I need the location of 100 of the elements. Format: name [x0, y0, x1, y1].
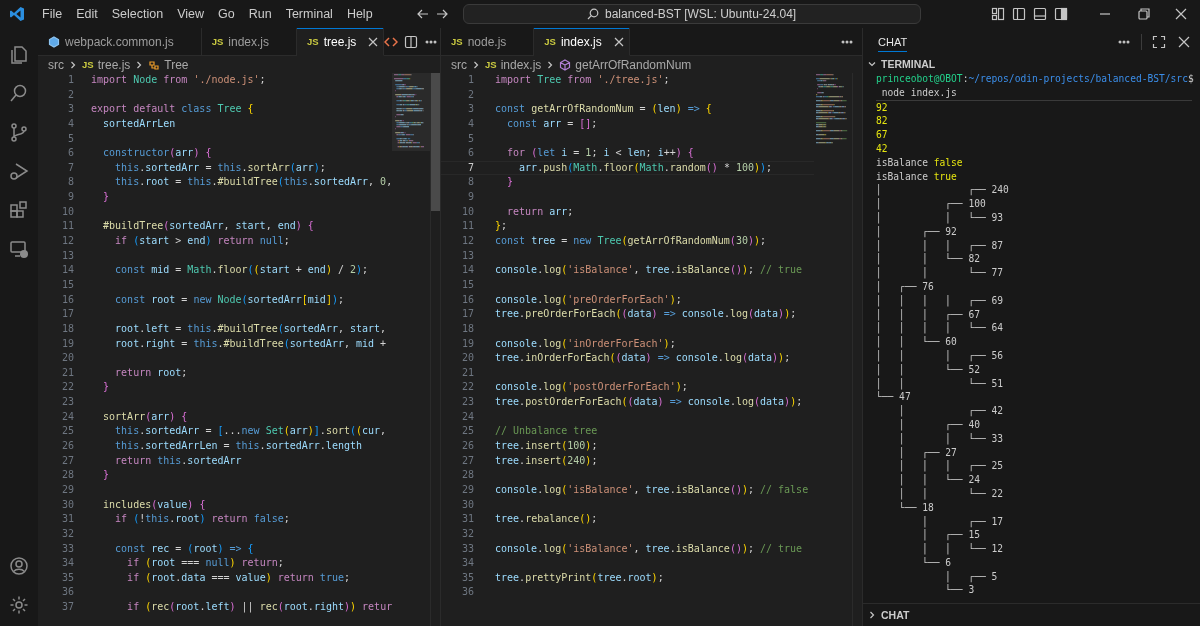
line-number: 14 [460, 263, 474, 278]
line-number: 13 [60, 248, 74, 263]
line-number: 4 [66, 116, 74, 131]
terminal-line: │ ┌── 15 [921, 529, 980, 541]
terminal-line: └── 6 [921, 556, 952, 568]
terminal-line: isBalance false [876, 156, 963, 168]
line-number: 32 [460, 526, 474, 541]
terminal-line: │ │ │ ┌── 25 [898, 460, 1004, 472]
code-minimap[interactable] [392, 73, 430, 151]
remote-monitor-icon[interactable] [9, 239, 29, 259]
back-arrow-icon[interactable] [415, 7, 430, 21]
breadcrumb-item[interactable]: Tree [148, 57, 189, 72]
split-editor-icon[interactable] [404, 34, 419, 49]
close-icon[interactable] [368, 36, 379, 47]
terminal-line: │ ┌── 42 [898, 405, 1004, 417]
scrollbar-thumb[interactable] [431, 73, 440, 211]
breadcrumb-item[interactable]: src [451, 57, 467, 72]
file-type-label: JS [211, 36, 224, 47]
code-line: tree.postOrderForEach((data) => console.log(data)); [495, 395, 803, 410]
menu-item[interactable]: File [35, 4, 70, 24]
code-line: // Unbalance tree [495, 424, 598, 439]
code-line: const arr = []; [506, 116, 598, 131]
editor-tab[interactable]: JS index.js [534, 28, 630, 56]
run-debug-icon[interactable] [9, 161, 29, 181]
breadcrumb-item[interactable]: getArrOfRandomNum [559, 57, 692, 72]
terminal-line: 42 [876, 143, 888, 154]
breadcrumb-item[interactable]: src [48, 57, 64, 72]
bottom-panel-icon[interactable] [1033, 7, 1047, 21]
line-number: 15 [460, 277, 474, 292]
method-icon [559, 58, 572, 71]
workspace-title: balanced-BST [WSL: Ubuntu-24.04] [605, 7, 797, 21]
account-icon[interactable] [9, 556, 29, 576]
line-number: 37 [60, 600, 74, 615]
line-number: 8 [66, 175, 74, 190]
code-line: tree.preOrderForEach((data) => console.log(data)); [495, 307, 797, 322]
code-line: constructor(arr) { [102, 146, 212, 161]
panel-tab[interactable]: CHAT [878, 31, 908, 52]
command-center[interactable]: balanced-BST [WSL: Ubuntu-24.04] [462, 4, 921, 24]
menu-item[interactable]: Edit [69, 4, 105, 24]
line-number: 23 [60, 395, 74, 410]
terminal-line: │ ┌── 17 [921, 515, 1004, 527]
line-number: 17 [60, 307, 74, 322]
line-number: 15 [60, 277, 74, 292]
branch-icon[interactable] [9, 122, 29, 142]
restore-icon[interactable] [1138, 8, 1150, 20]
menu-item[interactable]: Terminal [278, 4, 340, 24]
line-number: 25 [460, 424, 474, 439]
maximize-icon[interactable] [1152, 34, 1166, 49]
menu-item[interactable]: Go [211, 4, 242, 24]
line-number: 36 [460, 585, 474, 600]
close-icon[interactable] [1178, 35, 1190, 48]
breadcrumb-item[interactable]: JS tree.js [82, 57, 131, 72]
forward-arrow-icon[interactable] [434, 7, 449, 21]
grid-layout-icon[interactable] [991, 7, 1005, 21]
close-icon[interactable] [1175, 8, 1187, 20]
class-icon [148, 58, 161, 71]
files-icon[interactable] [9, 44, 29, 64]
line-number: 2 [466, 87, 474, 102]
code-icon[interactable] [384, 34, 399, 49]
section-header[interactable]: TERMINAL [863, 55, 1200, 72]
terminal-line: │ │ │ ┌── 87 [876, 239, 1004, 251]
line-number: 25 [60, 424, 74, 439]
menu-item[interactable]: Selection [104, 4, 171, 24]
line-number: 28 [60, 468, 74, 483]
terminal-line: node index.js [880, 86, 957, 98]
close-icon[interactable] [613, 36, 624, 47]
code-line: if (rec(root.left) || rec(root.right)) retur [126, 600, 392, 615]
line-number: 6 [466, 146, 474, 161]
line-number: 17 [460, 307, 474, 322]
terminal-line: └── 47 [876, 391, 911, 403]
extensions-icon[interactable] [9, 200, 29, 220]
file-type-label: JS [485, 59, 497, 70]
line-number: 30 [460, 497, 474, 512]
line-number: 26 [60, 439, 74, 453]
editor-tab[interactable]: webpack.common.js [38, 28, 202, 55]
code-line: export default class Tree { [91, 102, 254, 117]
terminal-line: │ │ └── 93 [876, 211, 1004, 223]
code-line: if (root.data === value) return true; [126, 570, 350, 585]
terminal-line: └── 3 [944, 584, 975, 596]
code-line: console.log('isBalance', tree.isBalance()); // false [495, 482, 809, 497]
code-line: tree.inOrderForEach((data) => console.log(data)); [495, 351, 791, 366]
terminal-line: │ ┌── 27 [898, 446, 957, 458]
editor-tab[interactable]: JS tree.js [297, 28, 385, 56]
line-number: 31 [60, 512, 74, 527]
search-icon[interactable] [9, 83, 29, 103]
code-line: this.sortedArr = this.sortArr(arr); [114, 160, 326, 175]
left-sidebar-icon[interactable] [1012, 7, 1026, 21]
menu-item[interactable]: Run [241, 4, 279, 24]
line-number: 21 [60, 365, 74, 380]
terminal-line: │ │ └── 33 [898, 432, 1004, 444]
section-header[interactable]: CHAT [863, 604, 1200, 626]
menu-item[interactable]: Help [339, 4, 380, 24]
right-sidebar-icon[interactable] [1054, 7, 1068, 21]
app-logo[interactable] [9, 6, 25, 22]
breadcrumb-item[interactable]: JS index.js [485, 57, 542, 72]
settings-icon[interactable] [9, 595, 29, 615]
line-number: 8 [466, 175, 474, 190]
terminal-line: 92 [876, 101, 888, 113]
line-number: 11 [460, 219, 474, 234]
menu-item[interactable]: View [170, 4, 211, 24]
